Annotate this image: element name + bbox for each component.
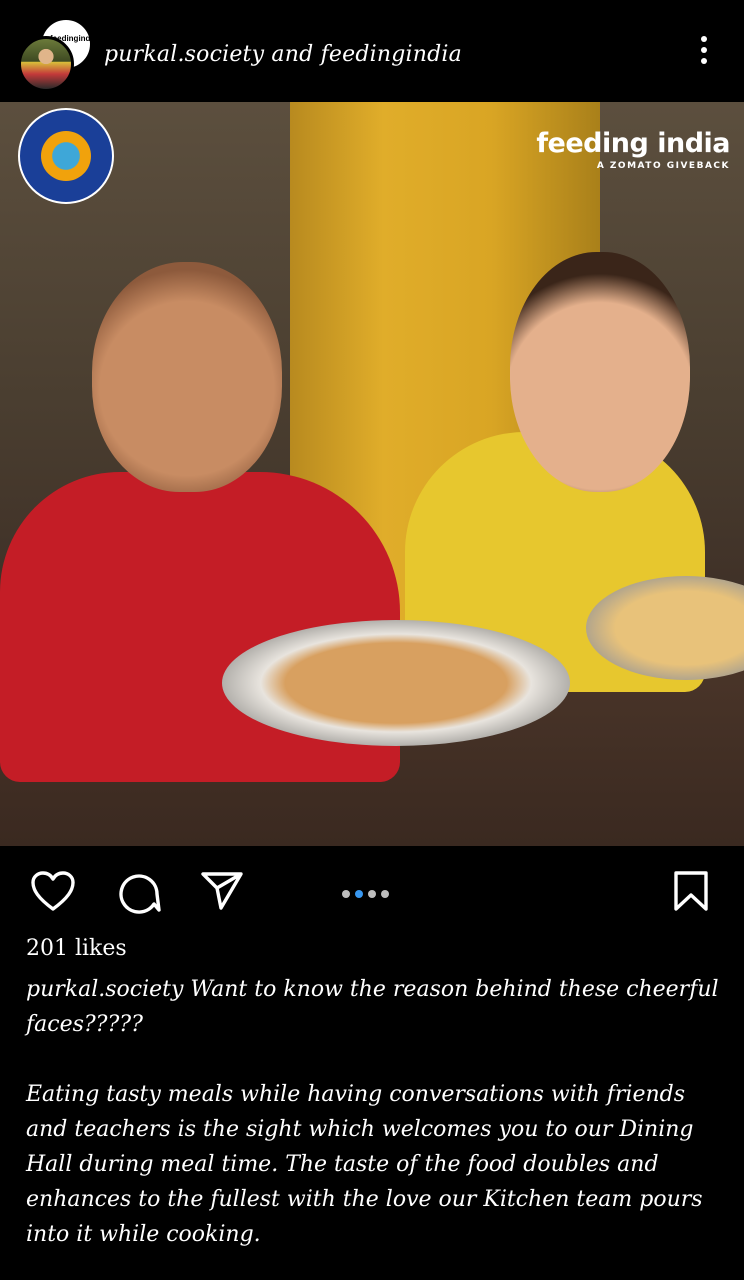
more-options-icon[interactable] bbox=[690, 36, 718, 72]
carousel-dot-active bbox=[355, 890, 363, 898]
share-icon[interactable] bbox=[200, 870, 244, 912]
caption-intro: purkal.society Want to know the reason b… bbox=[26, 977, 719, 1037]
caption-body: Eating tasty meals while having conversa… bbox=[26, 1082, 703, 1247]
purkal-society-logo bbox=[18, 108, 114, 204]
purkal-society-avatar[interactable] bbox=[18, 36, 74, 92]
account-names[interactable]: purkal.society and feedingindia bbox=[104, 42, 462, 67]
collab-avatars[interactable]: feedingindia bbox=[18, 18, 97, 92]
carousel-indicator bbox=[342, 883, 394, 902]
girl-face bbox=[510, 252, 690, 492]
feeding-india-logo: feeding india A ZOMATO GIVEBACK bbox=[536, 128, 730, 171]
post-header: feedingindia purkal.society and feedingi… bbox=[0, 0, 744, 102]
bookmark-icon[interactable] bbox=[672, 870, 710, 912]
brand-name: feeding india bbox=[536, 128, 730, 159]
carousel-dot bbox=[381, 890, 389, 898]
food-plate bbox=[222, 620, 570, 746]
like-count[interactable]: 201 likes bbox=[26, 936, 127, 961]
carousel-dot bbox=[342, 890, 350, 898]
post-image[interactable]: feeding india A ZOMATO GIVEBACK bbox=[0, 102, 744, 846]
brand-tagline: A ZOMATO GIVEBACK bbox=[596, 161, 730, 171]
boy-face bbox=[92, 262, 282, 492]
heart-icon[interactable] bbox=[30, 870, 76, 912]
action-bar bbox=[0, 846, 744, 932]
carousel-dot bbox=[368, 890, 376, 898]
comment-icon[interactable] bbox=[116, 870, 162, 914]
post-caption: purkal.society Want to know the reason b… bbox=[26, 972, 726, 1252]
